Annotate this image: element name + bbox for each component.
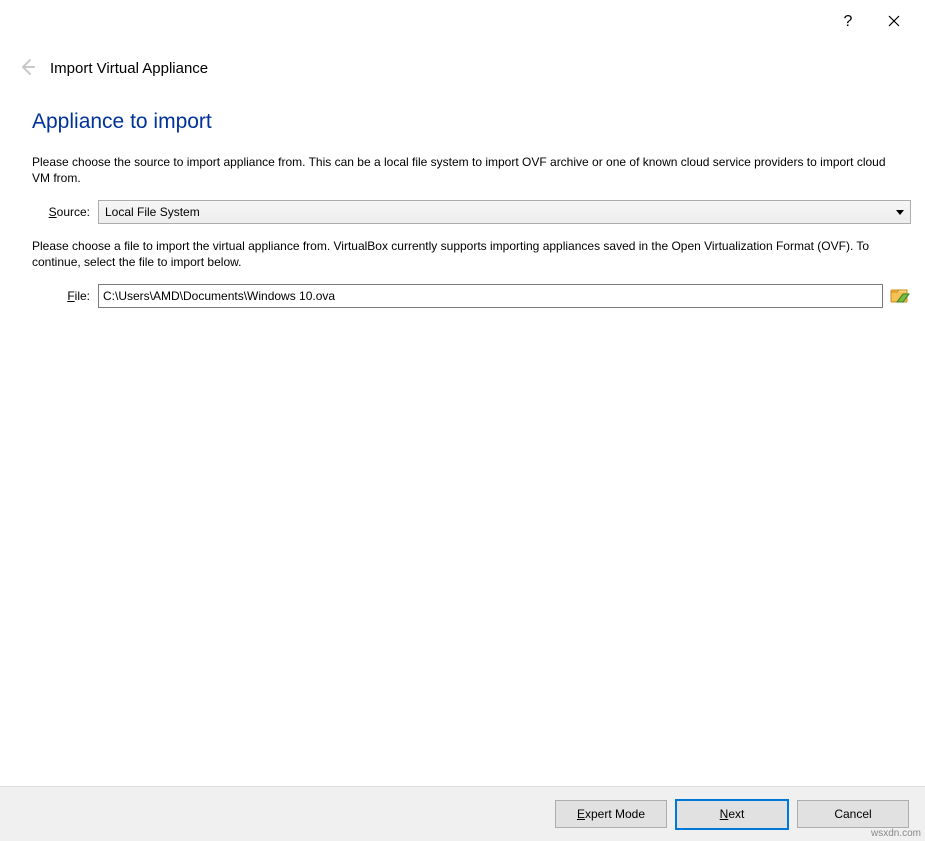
wizard-footer: Expert Mode Next Cancel <box>0 786 925 841</box>
folder-open-icon <box>890 286 910 307</box>
page-heading: Appliance to import <box>32 110 911 134</box>
expert-label: xpert Mode <box>585 807 645 821</box>
expert-mode-button[interactable]: Expert Mode <box>555 800 667 828</box>
browse-button[interactable] <box>889 285 911 307</box>
source-label-text: ource: <box>57 205 90 219</box>
watermark: wsxdn.com <box>871 828 921 839</box>
next-button[interactable]: Next <box>675 799 789 830</box>
chevron-down-icon <box>893 205 907 219</box>
help-icon: ? <box>844 13 853 31</box>
file-label: File: <box>32 289 98 303</box>
file-input[interactable]: C:\Users\AMD\Documents\Windows 10.ova <box>98 284 883 308</box>
wizard-title: Import Virtual Appliance <box>50 60 208 77</box>
file-description: Please choose a file to import the virtu… <box>32 238 892 270</box>
source-label: Source: <box>32 205 98 219</box>
source-hotkey: S <box>49 205 57 219</box>
file-label-text: ile: <box>75 289 90 303</box>
source-row: Source: Local File System <box>32 200 911 224</box>
wizard-header: Import Virtual Appliance <box>0 50 925 86</box>
source-dropdown[interactable]: Local File System <box>98 200 911 224</box>
cancel-label: Cancel <box>834 807 871 821</box>
wizard-content: Appliance to import Please choose the so… <box>32 100 911 781</box>
source-description: Please choose the source to import appli… <box>32 154 892 186</box>
cancel-button[interactable]: Cancel <box>797 800 909 828</box>
file-hotkey: F <box>67 289 74 303</box>
file-input-value: C:\Users\AMD\Documents\Windows 10.ova <box>103 289 335 303</box>
close-icon <box>888 15 900 30</box>
expert-hotkey: E <box>577 807 585 821</box>
arrow-left-icon <box>18 58 36 79</box>
next-label: ext <box>728 807 744 821</box>
source-dropdown-value: Local File System <box>105 205 200 219</box>
close-button[interactable] <box>871 6 917 38</box>
title-bar: ? <box>0 0 925 44</box>
help-button[interactable]: ? <box>825 6 871 38</box>
file-row: File: C:\Users\AMD\Documents\Windows 10.… <box>32 284 911 308</box>
back-button[interactable] <box>14 55 40 81</box>
